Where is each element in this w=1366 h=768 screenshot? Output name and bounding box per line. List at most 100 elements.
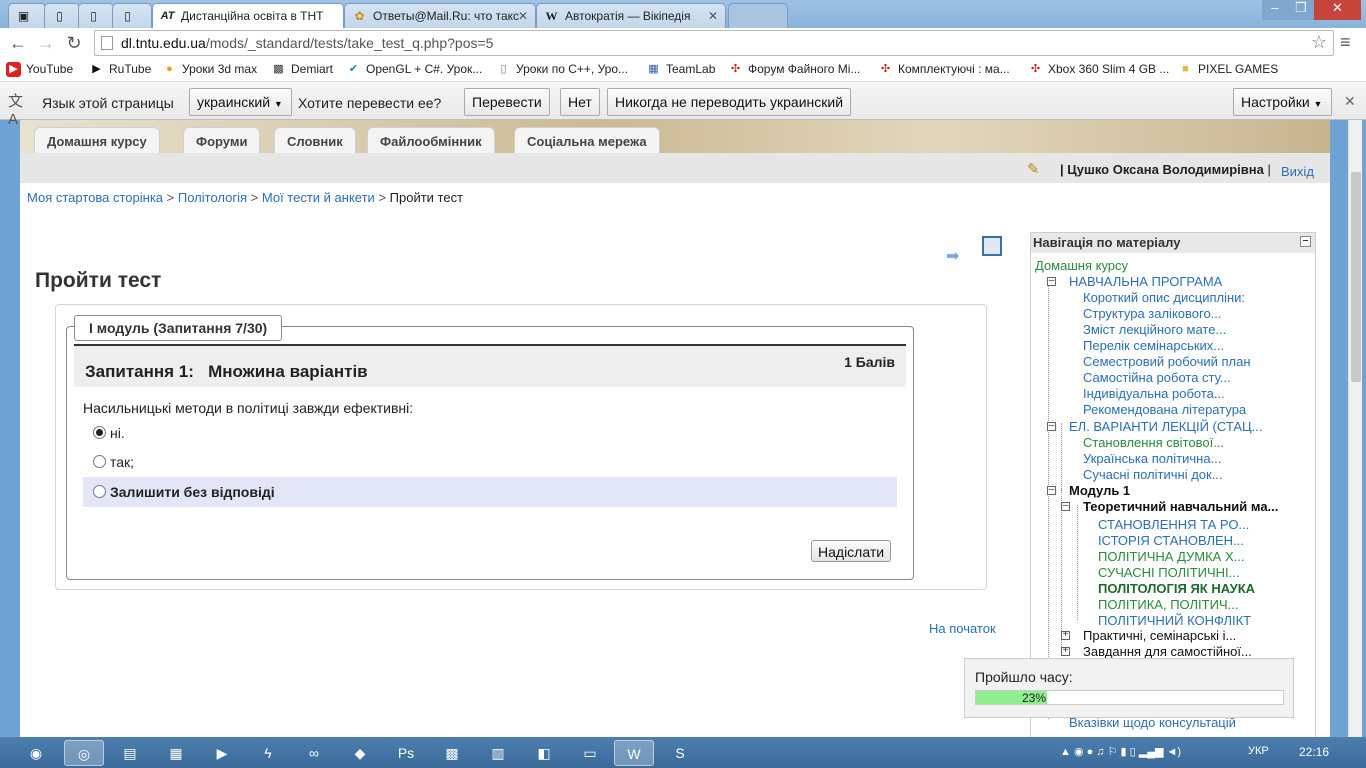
maximize-icon[interactable]: ❐ [1288,0,1314,20]
calculator-task-icon[interactable]: ▭ [570,740,610,766]
nav-tree-item[interactable]: Завдання для самостійної... [1083,644,1252,659]
link-task-icon[interactable]: ∞ [294,740,334,766]
language-select[interactable]: украинский ▼ [189,88,292,116]
translate-button[interactable]: Перевести [464,88,550,116]
chrome-menu-icon[interactable]: ≡ [1340,32,1360,53]
bookmark-youtube[interactable]: ▶ YouTube [6,62,73,77]
tab-social-network[interactable]: Соціальна мережа [514,127,660,153]
nav-tree-item[interactable]: Модуль 1 [1069,483,1130,498]
pinned-tab[interactable]: ▣ [8,3,46,28]
blank-tab[interactable]: ▯ [112,3,152,28]
tray-icons[interactable]: ▲ ◉ ● ♫ ⚐ ▮ ▯ ▂▄▆ ◄) [1060,745,1181,758]
expand-icon[interactable]: + [1061,630,1070,640]
bookmark-star-icon[interactable]: ☆ [1311,32,1327,53]
media-task-icon[interactable]: ▦ [156,740,196,766]
tab-course-home[interactable]: Домашня курсу [34,127,160,153]
collapse-icon[interactable]: – [1061,501,1070,511]
nav-home-link[interactable]: Домашня курсу [1035,258,1128,273]
nav-tree-item[interactable]: Самостійна робота сту... [1083,370,1231,385]
back-to-top-link[interactable]: На початок [929,621,996,636]
word-task-icon[interactable]: W [614,740,654,766]
skype-task-icon[interactable]: S [660,740,700,766]
bookmark-teamlab[interactable]: ▦ TeamLab [646,62,715,76]
breadcrumb-politology[interactable]: Політологія [178,190,247,205]
nav-tree-item[interactable]: Семестровий робочий план [1083,354,1251,369]
bookmark-forum[interactable]: ✣ Форум Файного Мі... [728,62,860,76]
answer-option[interactable]: так; [83,447,897,477]
nav-tree-item[interactable]: ПОЛІТИЧНИЙ КОНФЛІКТ [1098,613,1251,628]
bookmark-3dmax[interactable]: ● Уроки 3d max [162,62,257,76]
no-button[interactable]: Нет [560,88,600,116]
address-bar[interactable]: dl.tntu.edu.ua/mods/_standard/tests/take… [94,30,1334,56]
radio-button[interactable] [93,485,106,498]
submit-button[interactable]: Надіслати [811,540,892,562]
collapse-icon[interactable]: – [1047,276,1056,286]
nav-tree-item[interactable]: Короткий опис дисципліни: [1083,290,1245,305]
radio-button[interactable] [93,455,106,468]
bookmark-rutube[interactable]: ▶ RuTube [89,62,151,76]
tab-wikipedia[interactable]: W Автократія — Вікіпедія ✕ [536,3,726,28]
logout-link[interactable]: Вихід [1281,164,1314,179]
tab-file-storage[interactable]: Файлообмінник [367,127,495,153]
nav-tree-item[interactable]: Практичні, семінарські і... [1083,628,1236,643]
answer-option[interactable]: ні. [83,418,897,448]
expand-icon[interactable]: + [1061,646,1070,656]
nav-tree-item[interactable]: СТАНОВЛЕННЯ ТА РО... [1098,517,1249,532]
bookmark-xbox[interactable]: ✣ Xbox 360 Slim 4 GB ... [1028,62,1170,76]
translate-settings-button[interactable]: Настройки ▼ [1233,88,1332,116]
nav-tree-item[interactable]: Зміст лекційного мате... [1083,322,1226,337]
breadcrumb-start-page[interactable]: Моя стартова сторінка [27,190,163,205]
nav-tree-item[interactable]: Структура залікового... [1083,306,1222,321]
nav-tree-item[interactable]: Сучасні політичні док... [1083,467,1223,482]
bookmark-pixel-games[interactable]: ■ PIXEL GAMES [1178,62,1278,76]
blank-tab[interactable]: ▯ [78,3,114,28]
visual-studio-task-icon[interactable]: ◆ [340,740,380,766]
close-tab-icon[interactable]: ✕ [518,9,528,23]
next-arrow-icon[interactable]: ➡ [946,246,959,266]
scroll-thumb[interactable] [1351,172,1361,382]
reload-icon[interactable]: ↻ [62,32,86,54]
nav-tree-item[interactable]: Українська політична... [1083,451,1221,466]
start-icon[interactable]: ◉ [18,740,54,766]
back-arrow-icon[interactable]: ← [6,32,30,54]
nav-tree-item[interactable]: ПОЛІТИЧНА ДУМКА Х... [1098,549,1244,564]
nav-tree-item[interactable]: Становлення світової... [1083,435,1224,450]
minimize-icon[interactable]: – [1262,0,1288,20]
app-task-icon[interactable]: ◧ [524,740,564,766]
tab-distance-learning[interactable]: AT Дистанційна освіта в ТНТ [152,3,344,29]
nav-tree-item[interactable]: ПОЛІТОЛОГІЯ ЯК НАУКА [1098,581,1255,596]
side-menu-icon[interactable] [982,236,1002,256]
nav-tree-item[interactable]: Рекомендована література [1083,402,1246,417]
bookmark-demiart[interactable]: ▩ Demiart [271,62,333,76]
page-scrollbar[interactable] [1348,120,1362,737]
collapse-icon[interactable]: – [1047,421,1056,431]
nav-tree-item[interactable]: Перелік семінарських... [1083,338,1224,353]
answer-option-no-answer[interactable]: Залишити без відповіді [83,477,897,507]
keyboard-language[interactable]: УКР [1248,745,1269,757]
forward-arrow-icon[interactable]: → [34,32,58,54]
nav-tree-item[interactable]: Теоретичний навчальний ма... [1083,499,1278,514]
nav-tree-item[interactable]: СУЧАСНІ ПОЛІТИЧНІ... [1098,565,1240,580]
player-task-icon[interactable]: ▶ [202,740,242,766]
app-task-icon[interactable]: ▥ [478,740,518,766]
clock[interactable]: 22:16 [1299,745,1329,759]
tab-forums[interactable]: Форуми [183,127,261,153]
breadcrumb-my-tests[interactable]: Мої тести й анкети [262,190,375,205]
url-text[interactable]: dl.tntu.edu.ua/mods/_standard/tests/take… [121,35,493,51]
bookmark-opengl[interactable]: ✔ OpenGL + C#. Урок... [346,62,482,76]
nav-tree-item[interactable]: НАВЧАЛЬНА ПРОГРАМА [1069,274,1222,289]
nav-tree-item[interactable]: ЕЛ. ВАРІАНТИ ЛЕКЦІЙ (СТАЦ... [1069,419,1262,434]
bookmark-cpp[interactable]: ▯ Уроки по C++, Уро... [496,62,628,76]
close-tab-icon[interactable]: ✕ [708,9,718,23]
lightning-task-icon[interactable]: ϟ [248,740,288,766]
close-window-icon[interactable]: ✕ [1314,0,1361,20]
tab-mail-ru[interactable]: ✿ Ответы@Mail.Ru: что такс ✕ [344,3,536,28]
collapse-icon[interactable]: – [1047,485,1056,495]
app-task-icon[interactable]: ▩ [432,740,472,766]
nav-tree-item[interactable]: ІСТОРІЯ СТАНОВЛЕН... [1098,533,1244,548]
explorer-task-icon[interactable]: ▤ [110,740,150,766]
bookmark-components[interactable]: ✣ Комплектуючі : ма... [878,62,1010,76]
never-translate-button[interactable]: Никогда не переводить украинский [607,88,852,116]
new-tab-button[interactable] [728,3,788,28]
photoshop-task-icon[interactable]: Ps [386,740,426,766]
